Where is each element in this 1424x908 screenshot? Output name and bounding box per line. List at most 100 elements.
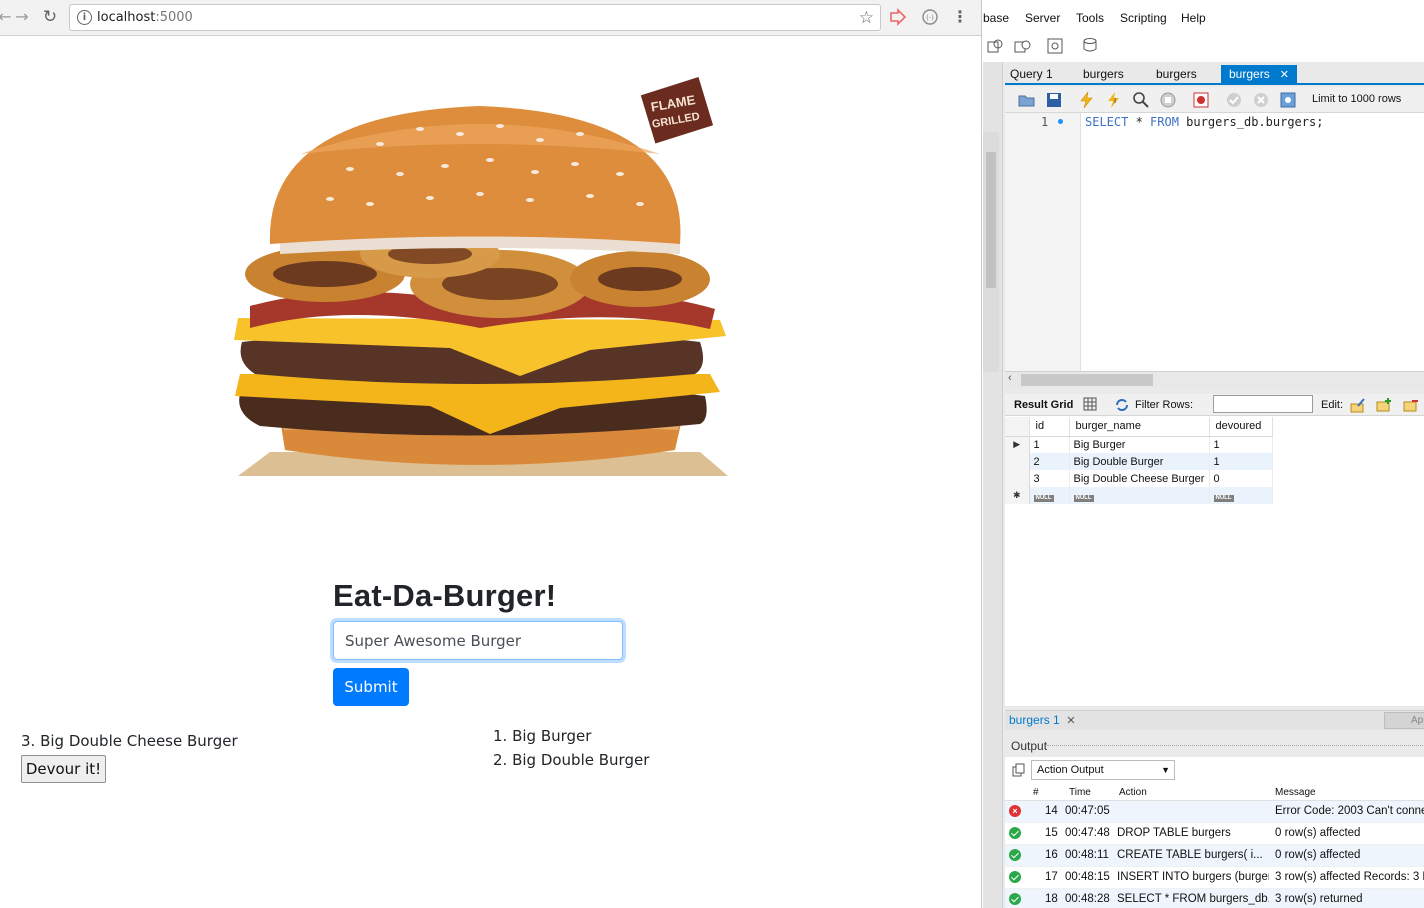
stop-icon[interactable]: [1158, 90, 1178, 110]
table-row[interactable]: 2 Big Double Burger 1: [1005, 453, 1273, 470]
output-panel: Action Output ▼ # Time Action Message × 1…: [1005, 757, 1424, 908]
statement-marker-icon: [1058, 119, 1063, 124]
table-header-row: id burger_name devoured: [1005, 417, 1273, 437]
tab-query-1[interactable]: Query 1: [1010, 65, 1053, 85]
result-tab-burgers-1[interactable]: burgers 1 ✕: [1009, 713, 1076, 727]
menu-kebab-icon[interactable]: ⋮: [949, 6, 971, 28]
table-row[interactable]: 3 Big Double Cheese Burger 0: [1005, 470, 1273, 487]
menu-database[interactable]: base: [983, 11, 1009, 25]
vertical-scrollbar[interactable]: [983, 132, 999, 372]
cell-id[interactable]: 2: [1029, 453, 1070, 470]
error-icon: ×: [1009, 805, 1021, 817]
devoured-list: 1. Big Burger 2. Big Double Burger: [493, 724, 649, 772]
success-icon: [1009, 871, 1021, 883]
close-tab-icon[interactable]: ✕: [1280, 69, 1289, 81]
filter-rows-label: Filter Rows:: [1135, 399, 1194, 411]
info-icon[interactable]: i: [77, 10, 92, 25]
explain-magnifier-icon[interactable]: [1131, 90, 1151, 110]
menu-help[interactable]: Help: [1181, 11, 1206, 25]
open-folder-icon[interactable]: [1017, 90, 1037, 110]
apply-button[interactable]: Apply: [1384, 712, 1424, 729]
cell-devoured[interactable]: 1: [1209, 453, 1273, 470]
output-action: DROP TABLE burgers: [1117, 827, 1231, 839]
output-row[interactable]: 18 00:48:28 SELECT * FROM burgers_db....…: [1005, 889, 1424, 908]
burger-image: FLAME GRILLED: [234, 77, 728, 476]
cell-burger-name-null[interactable]: NULL: [1069, 487, 1210, 504]
new-row[interactable]: ✱ NULL NULL NULL: [1005, 487, 1273, 504]
menu-tools[interactable]: Tools: [1076, 11, 1104, 25]
output-time: 00:47:05: [1065, 805, 1110, 817]
output-type-select[interactable]: Action Output ▼: [1031, 760, 1175, 780]
scroll-thumb[interactable]: [986, 152, 996, 288]
server-status-icon[interactable]: [1013, 36, 1033, 56]
cell-burger-name[interactable]: Big Burger: [1069, 436, 1210, 453]
cell-devoured[interactable]: 0: [1209, 470, 1273, 487]
table-row[interactable]: ▶ 1 Big Burger 1: [1005, 436, 1273, 453]
tab-burgers-active[interactable]: burgers ✕: [1221, 65, 1297, 85]
menu-server[interactable]: Server: [1025, 11, 1060, 25]
success-icon: [1009, 849, 1021, 861]
column-header-id[interactable]: id: [1029, 417, 1070, 437]
close-result-tab-icon[interactable]: ✕: [1066, 715, 1075, 727]
limit-rows-select[interactable]: Limit to 1000 rows: [1312, 93, 1401, 105]
cell-id[interactable]: 3: [1029, 470, 1070, 487]
scroll-left-icon[interactable]: ‹: [1008, 372, 1012, 384]
horizontal-scrollbar[interactable]: ‹: [1005, 371, 1424, 387]
tab-burgers-1[interactable]: burgers: [1083, 65, 1124, 85]
menu-scripting[interactable]: Scripting: [1120, 11, 1167, 25]
tab-label: burgers: [1229, 67, 1270, 81]
autocommit-icon[interactable]: [1278, 90, 1298, 110]
cell-devoured-null[interactable]: NULL: [1209, 487, 1273, 504]
column-header-devoured[interactable]: devoured: [1209, 417, 1273, 437]
query-tabs: Query 1 burgers burgers burgers ✕: [1005, 63, 1424, 85]
output-action: INSERT INTO burgers (burger...: [1117, 871, 1269, 883]
database-sync-icon[interactable]: [1080, 36, 1100, 56]
output-row[interactable]: 15 00:47:48 DROP TABLE burgers 0 row(s) …: [1005, 823, 1424, 845]
hscroll-thumb[interactable]: [1021, 374, 1153, 386]
result-grid-label[interactable]: Result Grid: [1014, 399, 1073, 411]
reload-icon[interactable]: ↻: [39, 6, 61, 28]
refresh-icon[interactable]: [1113, 396, 1131, 414]
address-bar[interactable]: i localhost:5000 ☆: [69, 4, 881, 31]
output-divider: [1047, 745, 1424, 747]
output-time: 00:48:15: [1065, 871, 1110, 883]
execute-current-icon[interactable]: I: [1104, 90, 1124, 110]
page-title: Eat-Da-Burger!: [333, 578, 557, 613]
execute-lightning-icon[interactable]: [1077, 90, 1097, 110]
output-row[interactable]: × 14 00:47:05 Error Code: 2003 Can't con…: [1005, 801, 1424, 823]
rollback-icon[interactable]: [1251, 90, 1271, 110]
devour-button[interactable]: Devour it!: [21, 755, 106, 783]
output-row[interactable]: 17 00:48:15 INSERT INTO burgers (burger.…: [1005, 867, 1424, 889]
insert-row-icon[interactable]: [1375, 396, 1393, 414]
save-icon[interactable]: [1044, 90, 1064, 110]
extension-circle-icon[interactable]: (·): [921, 8, 939, 26]
cell-devoured[interactable]: 1: [1209, 436, 1273, 453]
extension-arrow-icon[interactable]: [889, 8, 907, 26]
commit-icon[interactable]: [1224, 90, 1244, 110]
tab-burgers-2[interactable]: burgers: [1156, 65, 1197, 85]
output-num: 17: [1045, 871, 1058, 883]
grid-view-icon[interactable]: [1082, 396, 1098, 412]
cell-id-null[interactable]: NULL: [1029, 487, 1070, 504]
submit-button[interactable]: Submit: [333, 668, 409, 706]
sql-query-text[interactable]: SELECT * FROM burgers_db.burgers;: [1085, 115, 1323, 129]
copy-output-icon[interactable]: [1011, 762, 1027, 778]
edit-row-icon[interactable]: [1349, 396, 1367, 414]
output-row[interactable]: 16 00:48:11 CREATE TABLE burgers( i... 0…: [1005, 845, 1424, 867]
filter-rows-input[interactable]: [1213, 395, 1313, 413]
bookmark-star-icon[interactable]: ☆: [859, 8, 874, 28]
cell-burger-name[interactable]: Big Double Cheese Burger: [1069, 470, 1210, 487]
success-icon: [1009, 827, 1021, 839]
forward-icon[interactable]: →: [11, 6, 33, 28]
cell-id[interactable]: 1: [1029, 436, 1070, 453]
cell-burger-name[interactable]: Big Double Burger: [1069, 453, 1210, 470]
burger-name-input[interactable]: [333, 621, 623, 660]
inspector-icon[interactable]: [1046, 36, 1066, 56]
manage-connections-icon[interactable]: [986, 36, 1006, 56]
toggle-error-stop-icon[interactable]: [1191, 90, 1211, 110]
dropdown-arrow-icon: ▼: [1161, 765, 1170, 775]
column-header-burger-name[interactable]: burger_name: [1069, 417, 1210, 437]
sql-editor[interactable]: 1 SELECT * FROM burgers_db.burgers;: [1005, 113, 1424, 371]
row-header: [1005, 453, 1030, 470]
delete-row-icon[interactable]: [1402, 396, 1420, 414]
